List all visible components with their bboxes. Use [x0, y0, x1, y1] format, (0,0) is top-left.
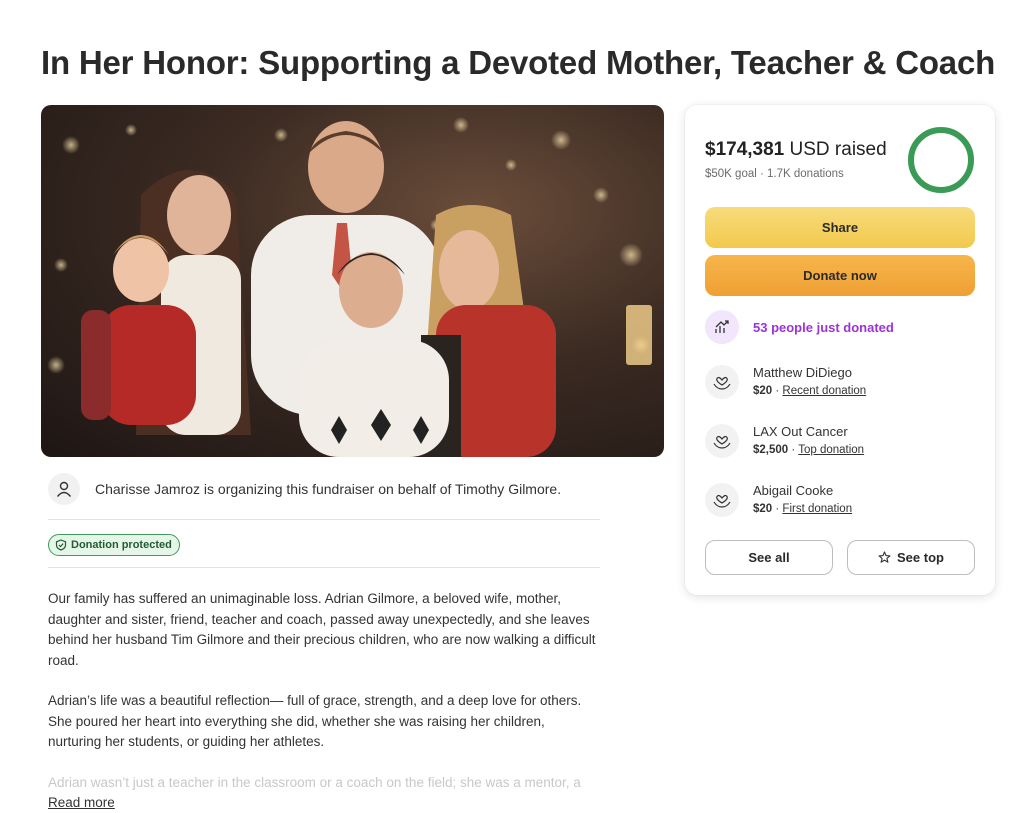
donor-tag-link[interactable]: Recent donation [782, 385, 866, 397]
donor-item: LAX Out Cancer $2,500 · Top donation [705, 423, 864, 459]
progress-ring-fill [908, 127, 974, 193]
raised-amount: $174,381 [705, 139, 785, 160]
donor-name: Matthew DiDiego [753, 365, 852, 380]
donation-protected-badge[interactable]: Donation protected [48, 534, 180, 556]
goal-info: $50K goal · 1.7K donations [705, 168, 844, 180]
donor-name: Abigail Cooke [753, 483, 834, 498]
organizer-info: Charisse Jamroz is organizing this fundr… [48, 472, 600, 506]
donation-panel: $174,381 USD raised $50K goal · 1.7K don… [685, 105, 995, 595]
heart-hands-icon [705, 365, 739, 399]
donor-meta: $20 · First donation [753, 503, 853, 515]
separator-dot: · [760, 168, 768, 180]
shield-icon [55, 539, 67, 551]
share-button[interactable]: Share [705, 207, 975, 248]
trending-up-icon [705, 310, 739, 344]
fundraiser-cover-photo[interactable] [41, 105, 664, 457]
donor-item: Matthew DiDiego $20 · Recent donation [705, 364, 866, 400]
divider [48, 567, 600, 568]
user-icon [48, 473, 80, 505]
donate-now-button[interactable]: Donate now [705, 255, 975, 296]
trend-text: 53 people just donated [753, 319, 894, 335]
donor-amount: $20 [753, 385, 773, 397]
story-paragraph: Our family has suffered an unimaginable … [48, 591, 596, 668]
recent-donations-trend: 53 people just donated [705, 310, 894, 344]
read-more-link[interactable]: Read more [48, 795, 115, 810]
page-title: In Her Honor: Supporting a Devoted Mothe… [41, 44, 996, 81]
divider [48, 519, 600, 520]
donor-item: Abigail Cooke $20 · First donation [705, 482, 852, 518]
raised-suffix: USD raised [789, 139, 887, 160]
donor-tag-link[interactable]: First donation [782, 503, 852, 515]
donor-meta: $20 · Recent donation [753, 385, 867, 397]
badge-label: Donation protected [71, 539, 172, 551]
see-top-button[interactable]: See top [847, 540, 975, 575]
donor-meta: $2,500 · Top donation [753, 444, 865, 456]
organizer-text: Charisse Jamroz is organizing this fundr… [95, 481, 562, 497]
progress-ring [908, 127, 974, 193]
family-photo-illustration [47, 117, 652, 457]
donations-count: 1.7K donations [767, 168, 844, 180]
donor-amount: $20 [753, 503, 773, 515]
story-text: Our family has suffered an unimaginable … [48, 589, 600, 793]
goal-amount: $50K goal [705, 168, 757, 180]
donor-name: LAX Out Cancer [753, 424, 848, 439]
story-paragraph: Adrian’s life was a beautiful reflection… [48, 693, 582, 749]
amount-raised: $174,381 USD raised [705, 139, 887, 161]
heart-hands-icon [705, 483, 739, 517]
star-icon [878, 551, 891, 564]
see-top-label: See top [897, 550, 944, 565]
see-all-button[interactable]: See all [705, 540, 833, 575]
see-all-label: See all [748, 550, 790, 565]
story-paragraph-faded: Adrian wasn’t just a teacher in the clas… [48, 774, 581, 790]
donor-amount: $2,500 [753, 444, 789, 456]
donor-tag-link[interactable]: Top donation [798, 444, 864, 456]
heart-hands-icon [705, 424, 739, 458]
